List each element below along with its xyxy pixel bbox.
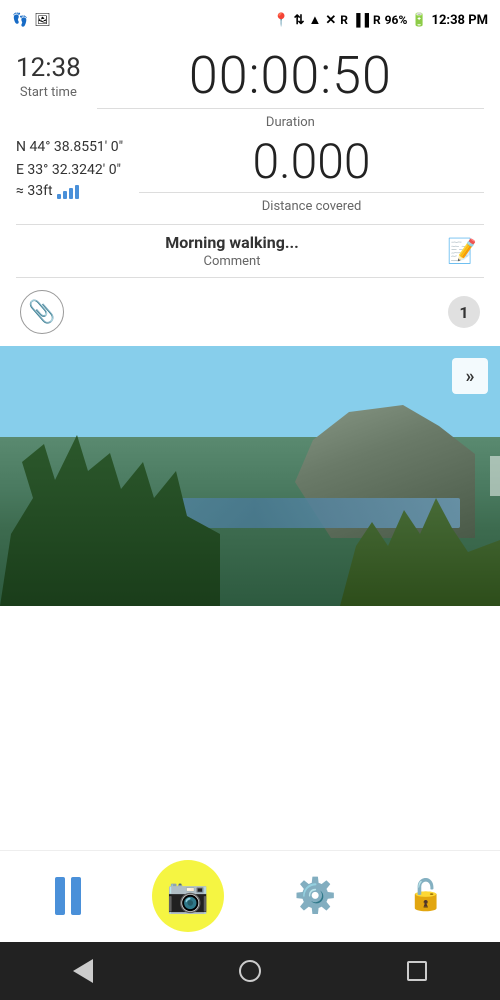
next-photo-button[interactable]: » [452, 358, 488, 394]
bar2 [63, 191, 67, 199]
duration-divider [97, 108, 484, 109]
nav-recents-button[interactable] [395, 949, 439, 993]
camera-button[interactable]: 📷 [152, 860, 224, 932]
nav-home-button[interactable] [228, 949, 272, 993]
start-time-label: Start time [16, 85, 81, 100]
comment-value: Morning walking... [20, 233, 444, 252]
status-bar: 👣 🖼 📍 ⇅ ▲ ✕ R ▐▐ R 96% 🔋 12:38 PM [0, 0, 500, 40]
gps-accuracy: ≈ 33ft [16, 183, 123, 199]
duration-label: Duration [97, 115, 484, 130]
pause-bar-left [55, 877, 65, 915]
photo-area: » [0, 346, 500, 606]
main-content: 12:38 Start time 00:00:50 Duration N 44°… [0, 40, 500, 342]
photo-count-badge: 1 [448, 296, 480, 328]
gps-east: E 33° 32.3242' 0" [16, 161, 123, 181]
comment-text-block: Morning walking... Comment [20, 233, 444, 269]
action-row: 📎 1 [16, 282, 484, 342]
pause-button[interactable] [55, 877, 81, 915]
distance-divider [139, 192, 484, 193]
signal-r2-label: R [373, 13, 381, 27]
distance-block: 0.000 Distance covered [139, 138, 484, 214]
comment-section: Morning walking... Comment 📝 [16, 224, 484, 278]
start-time-block: 12:38 Start time [16, 50, 81, 100]
bar1 [57, 194, 61, 199]
signal-bars [57, 183, 79, 199]
wifi-icon: ▲ [309, 12, 322, 28]
top-row: 12:38 Start time 00:00:50 Duration [16, 50, 484, 130]
location-icon: 📍 [273, 13, 289, 28]
bar3 [69, 188, 73, 199]
settings-button[interactable]: ⚙️ [294, 876, 336, 916]
gps-block: N 44° 38.8551' 0" E 33° 32.3242' 0" ≈ 33… [16, 138, 123, 199]
camera-icon: 📷 [167, 876, 209, 916]
battery-label: 96% [385, 13, 408, 27]
back-icon [73, 959, 93, 983]
foot-icon: 👣 [12, 13, 28, 28]
start-time-value: 12:38 [16, 54, 81, 83]
trees-left-shape [0, 426, 220, 606]
toolbar: 📷 ⚙️ 🔓 [0, 850, 500, 940]
notepad-icon[interactable]: 📝 [444, 233, 480, 269]
attach-button[interactable]: 📎 [20, 290, 64, 334]
nav-bar [0, 942, 500, 1000]
lock-icon: 🔓 [407, 879, 444, 912]
nav-back-button[interactable] [61, 949, 105, 993]
photo-background [0, 346, 500, 606]
distance-value: 0.000 [139, 138, 484, 186]
data-icon: ⇅ [294, 13, 305, 28]
lock-button[interactable]: 🔓 [407, 878, 444, 913]
recents-icon [407, 961, 427, 981]
signal-r-label: R [340, 13, 348, 27]
duration-value: 00:00:50 [97, 50, 484, 102]
settings-gear-icon: ⚙️ [294, 877, 336, 915]
duration-block: 00:00:50 Duration [97, 50, 484, 130]
sim1-icon: ✕ [325, 13, 336, 28]
image-icon: 🖼 [34, 13, 51, 28]
signal-bars-icon: ▐▐ [352, 13, 369, 27]
gps-north: N 44° 38.8551' 0" [16, 138, 123, 158]
bar4 [75, 185, 79, 199]
status-left-icons: 👣 🖼 [12, 13, 51, 28]
status-right-icons: 📍 ⇅ ▲ ✕ R ▐▐ R 96% 🔋 12:38 PM [273, 12, 488, 28]
home-icon [239, 960, 261, 982]
pause-bar-right [71, 877, 81, 915]
gps-distance-row: N 44° 38.8551' 0" E 33° 32.3242' 0" ≈ 33… [16, 138, 484, 214]
clock-label: 12:38 PM [432, 13, 489, 28]
distance-label: Distance covered [139, 199, 484, 214]
right-edge-tab [490, 456, 500, 496]
battery-icon: 🔋 [411, 13, 427, 28]
gps-accuracy-text: ≈ 33ft [16, 183, 53, 199]
comment-label: Comment [20, 254, 444, 269]
